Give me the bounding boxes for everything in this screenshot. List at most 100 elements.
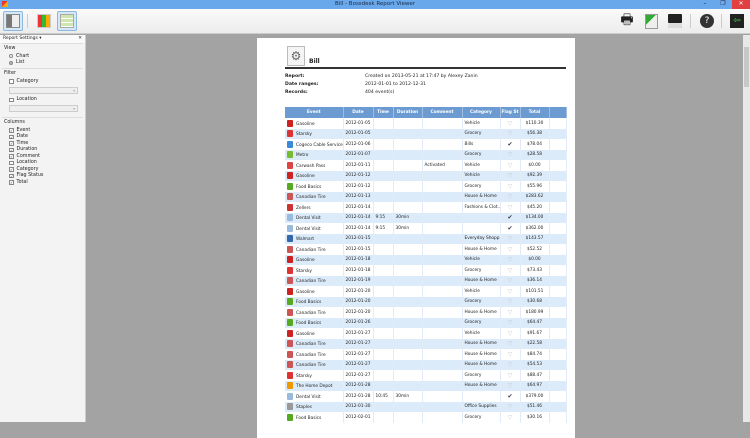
flag-empty-icon[interactable]: ▽ xyxy=(500,170,521,181)
save-button[interactable] xyxy=(665,11,685,31)
view-list-radio[interactable]: List xyxy=(4,60,81,67)
table-row[interactable]: Food Basics 2012-02-01 Grocery ▽ $30.16 xyxy=(285,412,567,423)
column-header[interactable]: Category xyxy=(462,107,501,118)
table-row[interactable]: Canadian Tire 2012-01-27 House & Home ▽ … xyxy=(285,349,567,360)
category-cell: House & Home xyxy=(462,380,501,391)
table-row[interactable]: Walmart 2012-01-15 Everyday Shopp... ▽ $… xyxy=(285,233,567,244)
table-row[interactable]: Food Basics 2012-01-26 Grocery ▽ $64.47 xyxy=(285,317,567,328)
table-row[interactable]: Metro 2012-01-07 Grocery ▽ $28.58 xyxy=(285,149,567,160)
flag-empty-icon[interactable]: ▽ xyxy=(500,244,521,255)
flag-empty-icon[interactable]: ▽ xyxy=(500,359,521,370)
table-row[interactable]: Gasoline 2012-01-12 Vehicle ▽ $92.39 xyxy=(285,170,567,181)
total-cell: $73.43 xyxy=(520,265,550,276)
column-checkbox-total[interactable]: ✓ Total xyxy=(4,179,81,186)
export-excel-icon xyxy=(644,13,658,29)
table-row[interactable]: Starsky 2012-01-18 Grocery ▽ $73.43 xyxy=(285,265,567,276)
flag-empty-icon[interactable]: ▽ xyxy=(500,118,521,129)
location-dropdown[interactable] xyxy=(9,105,78,112)
category-filter-checkbox[interactable]: Category xyxy=(4,78,81,85)
duration-cell xyxy=(393,275,423,286)
table-row[interactable]: Starsky 2012-01-27 Grocery ▽ $88.47 xyxy=(285,370,567,381)
table-row[interactable]: Gasoline 2012-01-05 Vehicle ▽ $110.30 xyxy=(285,118,567,129)
flag-check-icon[interactable]: ✔ xyxy=(500,391,521,402)
flag-empty-icon[interactable]: ▽ xyxy=(500,181,521,192)
table-row[interactable]: Staples 2012-01-30 Office Supplies ▽ $51… xyxy=(285,401,567,412)
column-header[interactable]: Flag St xyxy=(500,107,521,118)
help-button[interactable]: ? xyxy=(697,11,717,31)
comment-cell xyxy=(422,359,463,370)
table-row[interactable]: Gasoline 2012-01-18 Vehicle ▽ $0.00 xyxy=(285,254,567,265)
column-header[interactable]: Event xyxy=(285,107,344,118)
column-header[interactable]: Date xyxy=(343,107,374,118)
flag-empty-icon[interactable]: ▽ xyxy=(500,191,521,202)
scrollbar-thumb[interactable] xyxy=(744,47,749,87)
location-filter-checkbox[interactable]: Location xyxy=(4,97,81,104)
table-row[interactable]: Canadian Tire 2012-01-27 House & Home ▽ … xyxy=(285,359,567,370)
table-row[interactable]: Canadian Tire 2012-01-20 House & Home ▽ … xyxy=(285,307,567,318)
table-row[interactable]: Food Basics 2012-01-12 Grocery ▽ $55.96 xyxy=(285,181,567,192)
table-row[interactable]: Zellers 2012-01-14 Fashions & Clot... ▽ … xyxy=(285,202,567,213)
flag-empty-icon[interactable]: ▽ xyxy=(500,160,521,171)
column-header[interactable]: Time xyxy=(373,107,394,118)
flag-empty-icon[interactable]: ▽ xyxy=(500,149,521,160)
flag-empty-icon[interactable]: ▽ xyxy=(500,412,521,423)
table-row[interactable]: Gasoline 2012-01-20 Vehicle ▽ $101.51 xyxy=(285,286,567,297)
table-row[interactable]: Gasoline 2012-01-27 Vehicle ▽ $91.67 xyxy=(285,328,567,339)
flag-empty-icon[interactable]: ▽ xyxy=(500,370,521,381)
flag-empty-icon[interactable]: ▽ xyxy=(500,128,521,139)
flag-empty-icon[interactable]: ▽ xyxy=(500,401,521,412)
flag-check-icon[interactable]: ✔ xyxy=(500,223,521,234)
flag-empty-icon[interactable]: ▽ xyxy=(500,233,521,244)
vertical-scrollbar[interactable] xyxy=(743,35,750,422)
column-header[interactable]: Comment xyxy=(422,107,463,118)
column-header[interactable]: Duration xyxy=(393,107,423,118)
chart-view-button[interactable] xyxy=(34,11,54,31)
exit-button[interactable]: ⇦ xyxy=(727,11,747,31)
flag-empty-icon[interactable]: ▽ xyxy=(500,202,521,213)
flag-empty-icon[interactable]: ▽ xyxy=(500,286,521,297)
time-cell xyxy=(373,139,394,150)
flag-empty-icon[interactable]: ▽ xyxy=(500,307,521,318)
table-row[interactable]: Starsky 2012-01-05 Grocery ▽ $56.38 xyxy=(285,128,567,139)
filter-label: Filter xyxy=(4,71,16,76)
table-row[interactable]: The Home Depot 2012-01-28 House & Home ▽… xyxy=(285,380,567,391)
table-row[interactable]: Food Basics 2012-01-20 Grocery ▽ $30.68 xyxy=(285,296,567,307)
flag-check-icon[interactable]: ✔ xyxy=(500,139,521,150)
flag-empty-icon[interactable]: ▽ xyxy=(500,254,521,265)
panel-toggle-button[interactable] xyxy=(3,11,23,31)
date-cell: 2012-01-20 xyxy=(343,296,374,307)
comment-cell xyxy=(422,391,463,402)
flag-empty-icon[interactable]: ▽ xyxy=(500,275,521,286)
table-row[interactable]: Dental Visit 2012-01-28 10:45 30min ✔ $3… xyxy=(285,391,567,402)
table-row[interactable]: Dental Visit 2012-01-14 9:15 30min ✔ $36… xyxy=(285,223,567,234)
flag-empty-icon[interactable]: ▽ xyxy=(500,349,521,360)
category-cell: Vehicle xyxy=(462,328,501,339)
column-header[interactable] xyxy=(549,107,567,118)
maximize-button[interactable]: ❐ xyxy=(714,0,732,9)
table-row[interactable]: Carwash Pass 2012-01-11 Activated Vehicl… xyxy=(285,160,567,171)
minimize-button[interactable]: – xyxy=(696,0,714,9)
table-row[interactable]: Canadian Tire 2012-01-15 House & Home ▽ … xyxy=(285,244,567,255)
table-row[interactable]: Dental Visit 2012-01-14 9:15 30min ✔ $13… xyxy=(285,212,567,223)
flag-check-icon[interactable]: ✔ xyxy=(500,212,521,223)
flag-empty-icon[interactable]: ▽ xyxy=(500,328,521,339)
flag-empty-icon[interactable]: ▽ xyxy=(500,296,521,307)
table-row[interactable]: Canadian Tire 2012-01-13 House & Home ▽ … xyxy=(285,191,567,202)
table-row[interactable]: Canadian Tire 2012-01-27 House & Home ▽ … xyxy=(285,338,567,349)
category-dropdown[interactable] xyxy=(9,86,78,94)
list-view-button[interactable] xyxy=(57,11,77,31)
table-row[interactable]: Cogeco Cable Service 2012-01-06 Bills ✔ … xyxy=(285,139,567,150)
spacer-cell xyxy=(549,265,567,276)
panel-close-button[interactable]: ✕ xyxy=(78,36,82,42)
flag-empty-icon[interactable]: ▽ xyxy=(500,338,521,349)
export-button[interactable] xyxy=(641,11,661,31)
flag-empty-icon[interactable]: ▽ xyxy=(500,265,521,276)
print-button[interactable]: 🖶 xyxy=(617,11,637,31)
close-button[interactable]: ✕ xyxy=(732,0,750,9)
table-row[interactable]: Canadian Tire 2012-01-19 House & Home ▽ … xyxy=(285,275,567,286)
flag-empty-icon[interactable]: ▽ xyxy=(500,380,521,391)
panel-title[interactable]: Report Settings ▾ xyxy=(3,36,42,42)
column-header[interactable]: Total xyxy=(520,107,550,118)
flag-empty-icon[interactable]: ▽ xyxy=(500,317,521,328)
window-title: Bill - Bossdesk Report Viewer xyxy=(334,1,416,7)
